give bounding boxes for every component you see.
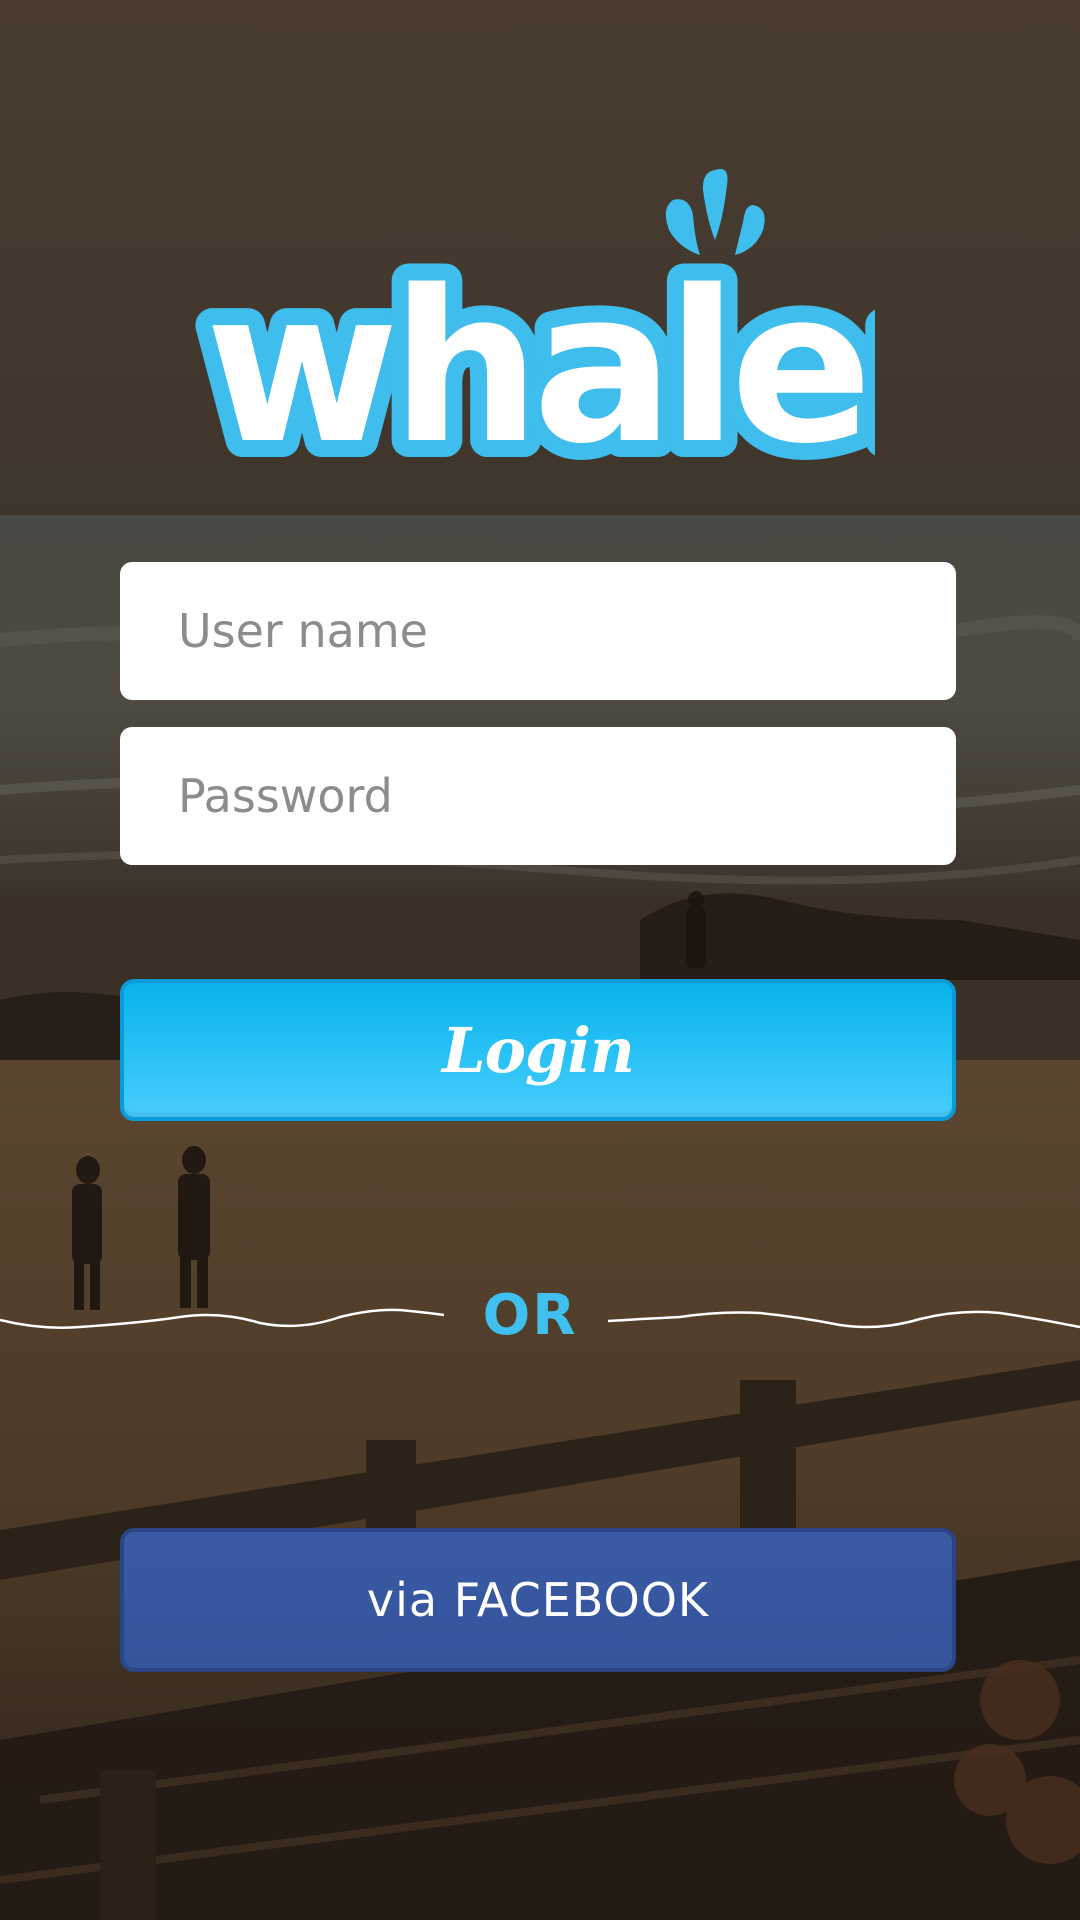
facebook-button-label: via FACEBOOK: [366, 1573, 710, 1627]
password-input[interactable]: [120, 727, 956, 865]
facebook-login-button[interactable]: via FACEBOOK: [120, 1528, 956, 1672]
login-screen: whaler whaler Login OR via FACEBOOK: [0, 0, 1080, 1920]
or-divider-label: OR: [482, 1283, 578, 1348]
username-input[interactable]: [120, 562, 956, 700]
login-button-label: Login: [442, 1013, 635, 1087]
whale-logo-icon: whaler whaler: [195, 169, 875, 480]
svg-text:whaler: whaler: [205, 245, 875, 480]
login-button[interactable]: Login: [120, 979, 956, 1121]
